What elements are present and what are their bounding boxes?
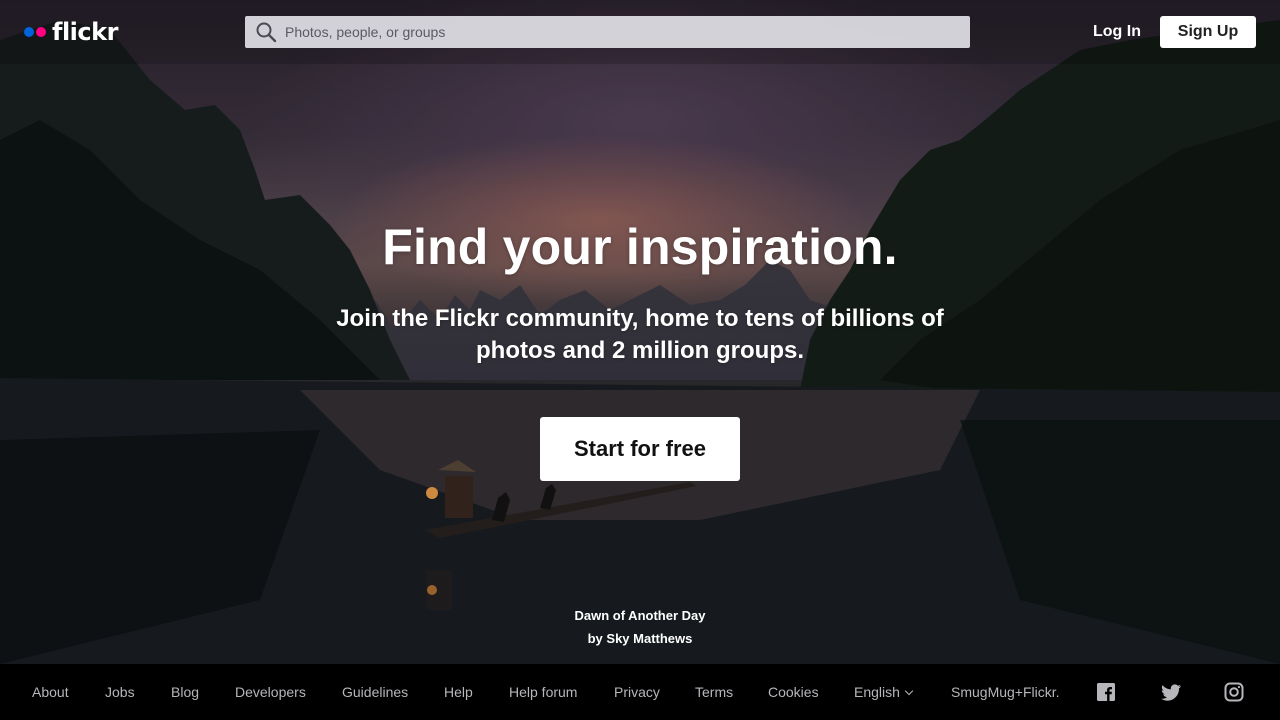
footer-link-guidelines[interactable]: Guidelines bbox=[342, 684, 408, 700]
log-in-link[interactable]: Log In bbox=[1088, 16, 1146, 48]
logo-blue-dot bbox=[24, 27, 34, 37]
hero-title: Find your inspiration. bbox=[382, 219, 898, 275]
footer-link-cookies[interactable]: Cookies bbox=[768, 684, 819, 700]
footer: About Jobs Blog Developers Guidelines He… bbox=[0, 664, 1280, 720]
twitter-icon[interactable] bbox=[1160, 682, 1181, 702]
footer-link-terms[interactable]: Terms bbox=[695, 684, 733, 700]
facebook-icon[interactable] bbox=[1096, 682, 1116, 702]
logo-pink-dot bbox=[36, 27, 46, 37]
footer-link-about[interactable]: About bbox=[32, 684, 69, 700]
logo-wordmark: flickr bbox=[52, 18, 118, 46]
language-label: English bbox=[854, 684, 900, 700]
start-for-free-button[interactable]: Start for free bbox=[540, 417, 740, 481]
flickr-logo[interactable]: flickr bbox=[24, 16, 118, 48]
footer-link-privacy[interactable]: Privacy bbox=[614, 684, 660, 700]
footer-link-blog[interactable]: Blog bbox=[171, 684, 199, 700]
search-bar[interactable] bbox=[245, 16, 970, 48]
footer-link-developers[interactable]: Developers bbox=[235, 684, 306, 700]
language-selector[interactable]: English bbox=[854, 684, 914, 700]
top-navigation-bar: flickr Log In Sign Up bbox=[0, 0, 1280, 64]
photo-credit[interactable]: Dawn of Another Day by Sky Matthews bbox=[0, 604, 1280, 650]
photo-title[interactable]: Dawn of Another Day bbox=[0, 604, 1280, 627]
footer-link-help-forum[interactable]: Help forum bbox=[509, 684, 577, 700]
footer-link-smugmug[interactable]: SmugMug+Flickr. bbox=[951, 684, 1060, 700]
photo-author[interactable]: by Sky Matthews bbox=[0, 627, 1280, 650]
instagram-icon[interactable] bbox=[1224, 682, 1244, 702]
sign-up-button[interactable]: Sign Up bbox=[1160, 16, 1256, 48]
footer-link-help[interactable]: Help bbox=[444, 684, 473, 700]
hero-subtitle: Join the Flickr community, home to tens … bbox=[336, 305, 944, 364]
search-input[interactable] bbox=[285, 17, 945, 47]
search-icon bbox=[255, 21, 277, 43]
footer-link-jobs[interactable]: Jobs bbox=[105, 684, 135, 700]
chevron-down-icon bbox=[904, 686, 914, 696]
